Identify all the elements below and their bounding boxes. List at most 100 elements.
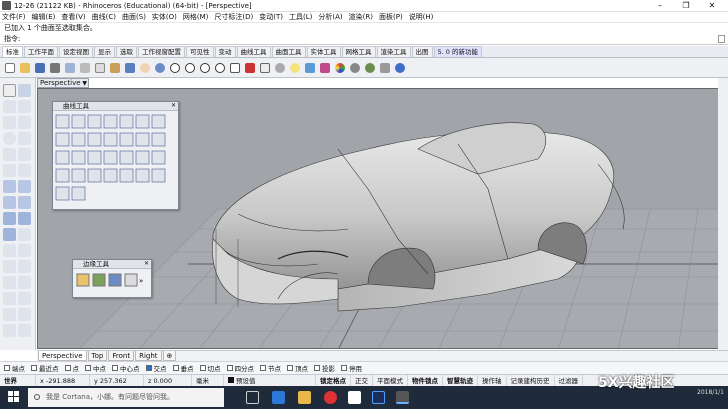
- surface-icon[interactable]: [3, 180, 16, 193]
- sphere-tool-icon[interactable]: [18, 212, 31, 225]
- new-icon[interactable]: [3, 61, 17, 75]
- tab-top[interactable]: Top: [87, 351, 108, 361]
- status-planar[interactable]: 平面模式: [373, 374, 408, 387]
- checkbox-checked[interactable]: [145, 365, 152, 371]
- offset-curve-icon[interactable]: [18, 164, 31, 177]
- render-icon[interactable]: [333, 61, 347, 75]
- material-icon[interactable]: [318, 61, 332, 75]
- point-icon[interactable]: [273, 61, 287, 75]
- osnap-center[interactable]: 中心点: [112, 363, 140, 373]
- add-viewport-tab-button[interactable]: ⊕: [162, 351, 177, 361]
- options-icon[interactable]: [378, 61, 392, 75]
- tab-display[interactable]: 显示: [94, 46, 115, 57]
- select-icon[interactable]: [258, 61, 272, 75]
- checkbox[interactable]: [64, 365, 71, 371]
- command-line[interactable]: 指令:: [0, 34, 728, 45]
- edge-browser-icon[interactable]: [272, 391, 285, 404]
- circle-icon[interactable]: [3, 132, 16, 145]
- rotate-tool-icon[interactable]: [3, 308, 16, 321]
- zoom-extents-icon[interactable]: [198, 61, 212, 75]
- cut-icon[interactable]: [78, 61, 92, 75]
- tab-solid-tools[interactable]: 实体工具: [306, 46, 341, 57]
- split-icon[interactable]: [3, 260, 16, 273]
- chevron-down-icon[interactable]: ▼: [82, 79, 87, 88]
- select-points-icon[interactable]: [18, 84, 31, 97]
- display-icon[interactable]: [363, 61, 377, 75]
- task-view-icon[interactable]: [246, 391, 259, 404]
- tab-viewport-layout[interactable]: 工作视窗配置: [138, 46, 185, 57]
- rectangle-icon[interactable]: [3, 148, 16, 161]
- curve-tools-panel[interactable]: 曲线工具 ✕: [52, 101, 179, 210]
- status-ortho[interactable]: 正交: [351, 374, 373, 387]
- sphere-icon[interactable]: [348, 61, 362, 75]
- osnap-end[interactable]: 端点: [4, 363, 25, 373]
- menu-tools[interactable]: 工具(L): [289, 12, 312, 22]
- loft-icon[interactable]: [3, 196, 16, 209]
- tab-transform[interactable]: 变动: [214, 46, 236, 57]
- menu-surface[interactable]: 曲面(S): [122, 12, 146, 22]
- checkbox[interactable]: [85, 365, 91, 371]
- browser-icon[interactable]: [324, 391, 337, 404]
- menu-dimension[interactable]: 尺寸标注(D): [214, 12, 253, 22]
- mesh-icon[interactable]: [3, 244, 16, 257]
- open-icon[interactable]: [18, 61, 32, 75]
- osnap-intersection[interactable]: 交点: [145, 363, 167, 373]
- osnap-project[interactable]: 投影: [314, 363, 335, 373]
- tab-render-tools[interactable]: 渲染工具: [376, 46, 411, 57]
- checkbox[interactable]: [4, 365, 10, 371]
- cplane-label[interactable]: 世界: [0, 374, 36, 387]
- boolean-icon[interactable]: [18, 228, 31, 241]
- menu-analyze[interactable]: 分析(A): [318, 12, 342, 22]
- help-icon[interactable]: [393, 61, 407, 75]
- osnap-quadrant[interactable]: 四分点: [226, 363, 254, 373]
- close-button[interactable]: ✕: [700, 0, 724, 12]
- checkbox[interactable]: [287, 365, 293, 371]
- tab-front[interactable]: Front: [108, 351, 135, 361]
- checkbox[interactable]: [341, 365, 347, 371]
- cylinder-icon[interactable]: [3, 228, 16, 241]
- osnap-tangent[interactable]: 切点: [199, 363, 221, 373]
- fillet-curve-icon[interactable]: [3, 164, 16, 177]
- tab-perspective[interactable]: Perspective: [38, 351, 87, 361]
- point-tool-icon[interactable]: [3, 100, 16, 113]
- rhino-taskbar-icon[interactable]: [396, 391, 409, 404]
- tab-set-view[interactable]: 设定视图: [59, 46, 93, 57]
- save-icon[interactable]: [33, 61, 47, 75]
- tab-standard[interactable]: 标准: [2, 46, 23, 57]
- tab-cplanes[interactable]: 工作平面: [24, 46, 58, 57]
- tab-right[interactable]: Right: [135, 351, 162, 361]
- status-record-history[interactable]: 记录建构历史: [507, 374, 555, 387]
- tab-curve-tools[interactable]: 曲线工具: [236, 46, 271, 57]
- osnap-vertex[interactable]: 顶点: [287, 363, 308, 373]
- menu-panels[interactable]: 面板(P): [379, 12, 403, 22]
- explode-icon[interactable]: [3, 276, 16, 289]
- menu-mesh[interactable]: 网格(M): [183, 12, 209, 22]
- array-icon[interactable]: [18, 324, 31, 337]
- rotate-icon[interactable]: [153, 61, 167, 75]
- copy-icon[interactable]: [93, 61, 107, 75]
- windows-start-icon[interactable]: [8, 391, 20, 403]
- status-grid-snap[interactable]: 锁定格点: [316, 374, 351, 387]
- osnap-mid[interactable]: 中点: [85, 363, 106, 373]
- layer-label[interactable]: 预设值: [224, 374, 316, 387]
- edge-tools-panel-header[interactable]: 边缘工具 ✕: [73, 260, 151, 269]
- menu-help[interactable]: 说明(H): [409, 12, 434, 22]
- maximize-button[interactable]: ❐: [674, 0, 698, 12]
- box-icon[interactable]: [3, 212, 16, 225]
- viewport-title-tab[interactable]: Perspective ▼: [37, 78, 89, 88]
- checkbox[interactable]: [112, 365, 118, 371]
- menu-render[interactable]: 渲染(R): [349, 12, 373, 22]
- zoom-selected-icon[interactable]: [213, 61, 227, 75]
- layer-icon[interactable]: [303, 61, 317, 75]
- join-icon[interactable]: [18, 260, 31, 273]
- tab-mesh-tools[interactable]: 网格工具: [341, 46, 376, 57]
- store-icon[interactable]: [348, 391, 361, 404]
- photoshop-icon[interactable]: [372, 391, 385, 404]
- checkbox[interactable]: [314, 365, 320, 371]
- checkbox[interactable]: [199, 365, 206, 371]
- tab-new-in-v5[interactable]: 5. 0 的新功能: [433, 46, 482, 57]
- osnap-knot[interactable]: 节点: [260, 363, 281, 373]
- trim-icon[interactable]: [18, 244, 31, 257]
- arc-icon[interactable]: [18, 132, 31, 145]
- status-gumball[interactable]: 操作轴: [478, 374, 507, 387]
